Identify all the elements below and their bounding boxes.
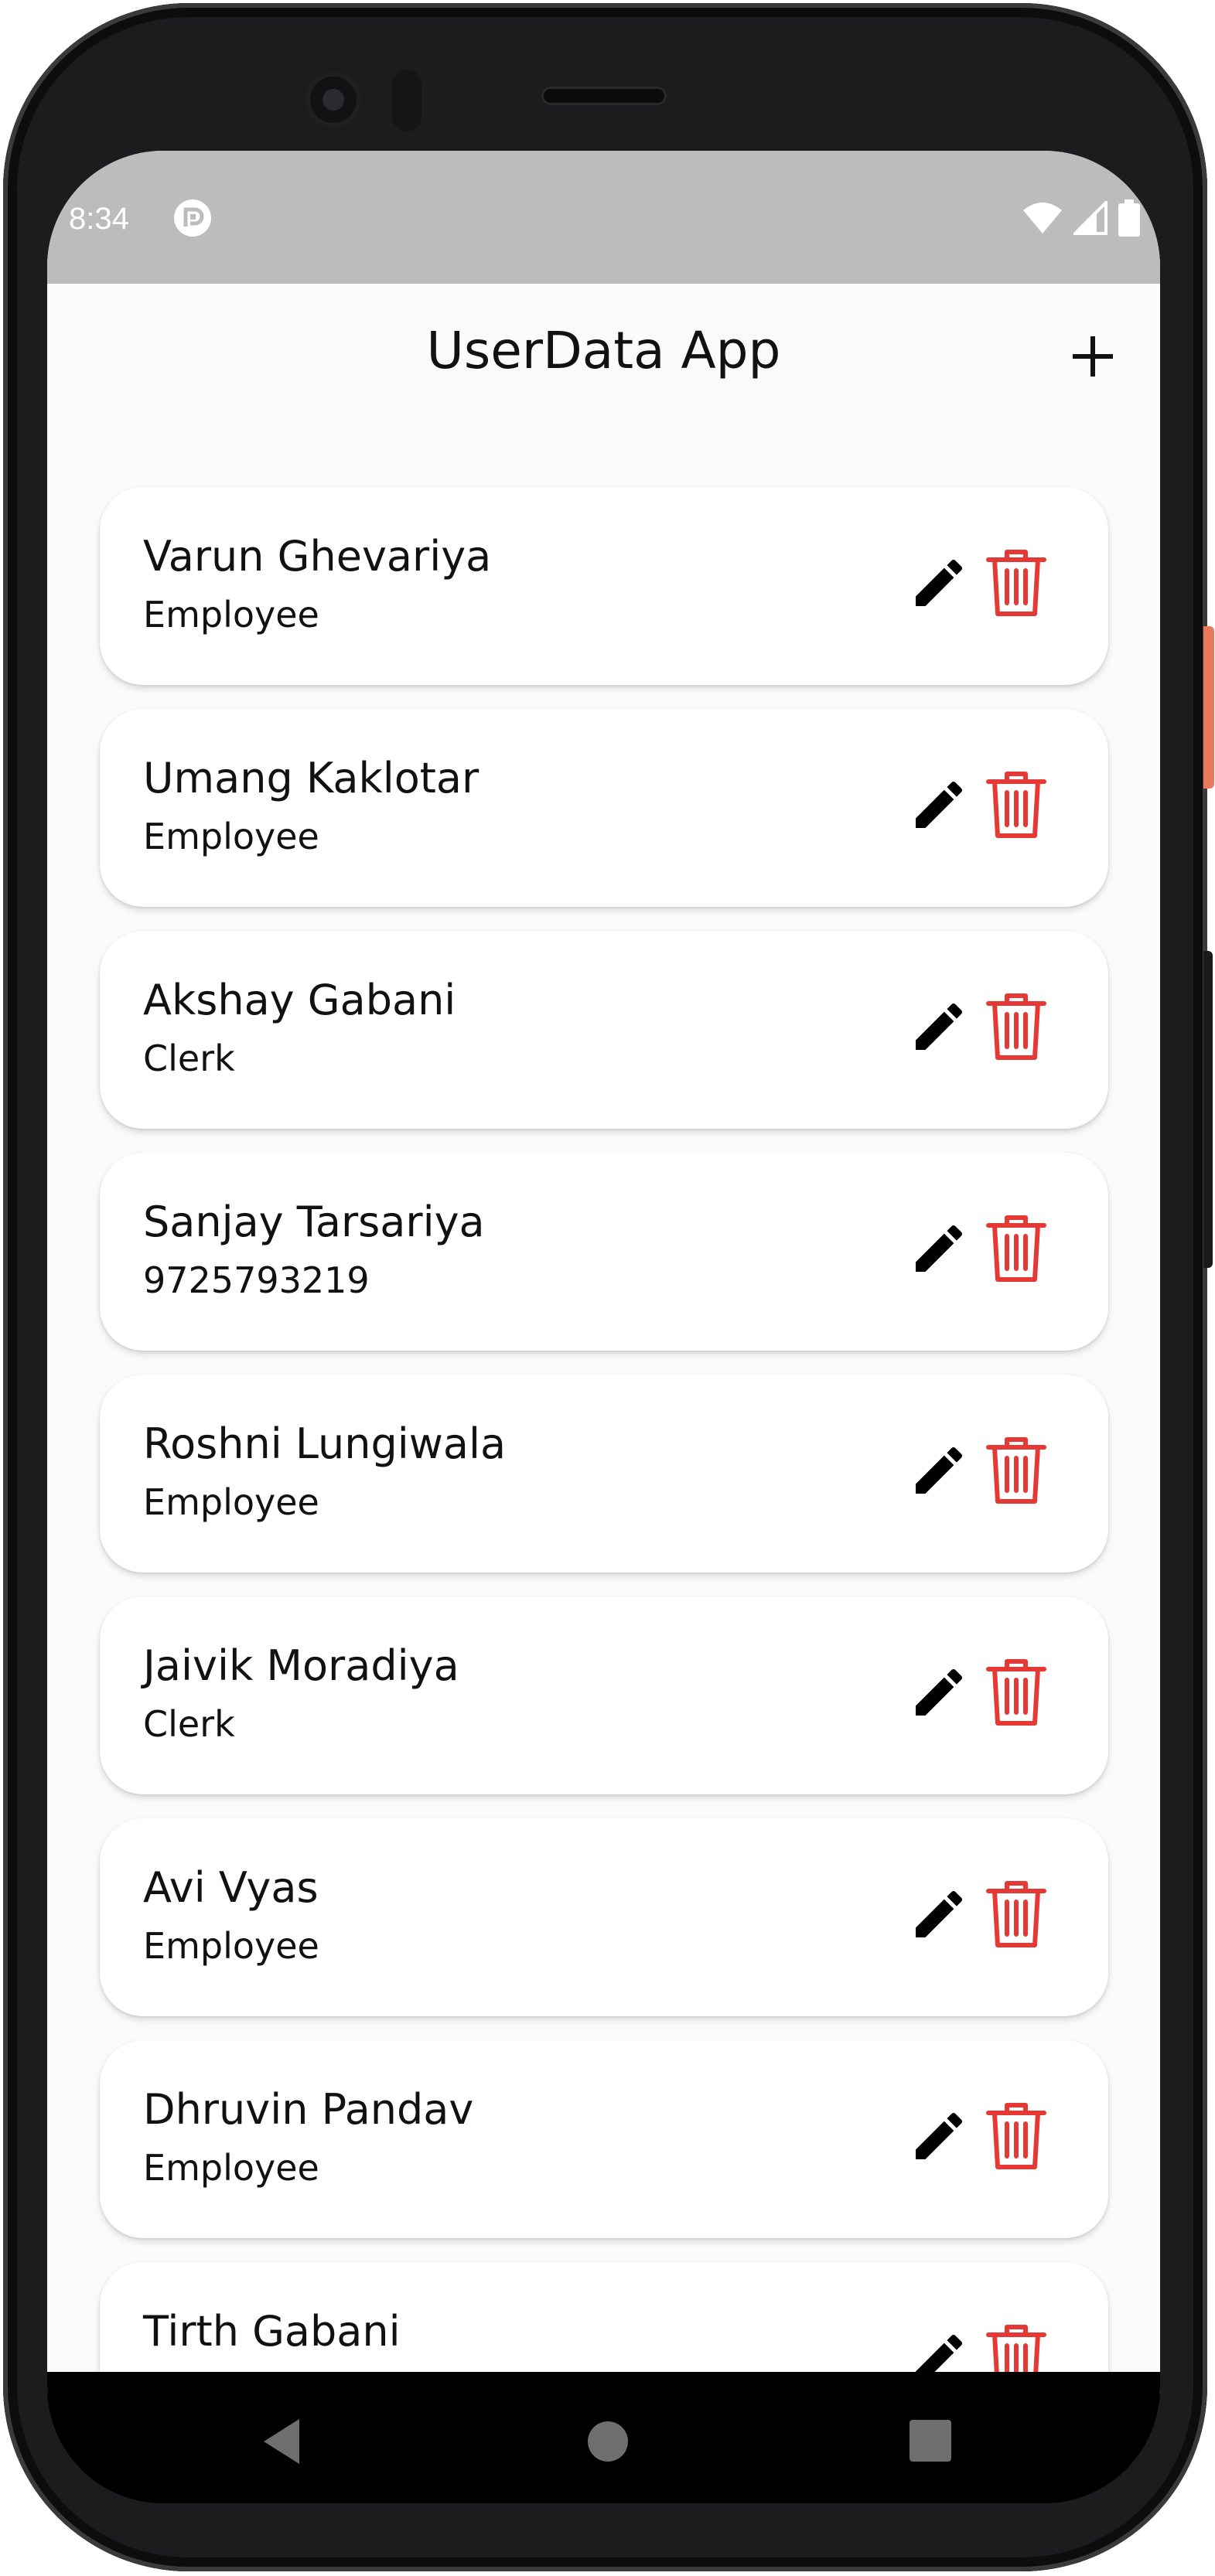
user-card[interactable]: Jaivik Moradiya Clerk	[100, 1596, 1108, 1794]
user-name: Roshni Lungiwala	[143, 1419, 507, 1468]
delete-icon[interactable]	[985, 2102, 1047, 2170]
user-card[interactable]: Roshni Lungiwala Employee	[100, 1375, 1108, 1573]
edit-icon[interactable]	[908, 1661, 970, 1723]
user-subtitle: Employee	[143, 1481, 319, 1523]
user-card[interactable]: Akshay Gabani Clerk	[100, 931, 1108, 1129]
user-name: Avi Vyas	[143, 1863, 319, 1912]
volume-button	[1203, 951, 1213, 1268]
edit-icon[interactable]	[908, 1218, 970, 1279]
delete-icon[interactable]	[985, 993, 1047, 1061]
delete-icon[interactable]	[985, 771, 1047, 839]
status-icons	[1022, 199, 1140, 237]
user-name: Umang Kaklotar	[143, 754, 480, 802]
user-subtitle: Clerk	[143, 1703, 235, 1745]
user-card[interactable]: Umang Kaklotar Employee	[100, 709, 1108, 907]
edit-icon[interactable]	[908, 774, 970, 836]
edit-icon[interactable]	[908, 1440, 970, 1501]
edit-icon[interactable]	[908, 1883, 970, 1945]
user-name: Jaivik Moradiya	[143, 1641, 459, 1690]
user-subtitle: 9725793219	[143, 1259, 370, 1301]
delete-icon[interactable]	[985, 1880, 1047, 1948]
user-name: Sanjay Tarsariya	[143, 1198, 485, 1246]
home-icon[interactable]	[581, 2414, 635, 2469]
delete-icon[interactable]	[985, 1658, 1047, 1726]
delete-icon[interactable]	[985, 549, 1047, 617]
proximity-sensor	[392, 70, 421, 131]
signal-icon	[1073, 201, 1107, 235]
front-camera	[305, 72, 361, 128]
wifi-icon	[1023, 203, 1062, 233]
power-button	[1203, 626, 1214, 789]
user-name: Varun Ghevariya	[143, 532, 492, 581]
add-user-button[interactable]	[1068, 332, 1118, 381]
edit-icon[interactable]	[908, 552, 970, 614]
user-card[interactable]: Dhruvin Pandav Employee	[100, 2040, 1108, 2238]
edit-icon[interactable]	[908, 2105, 970, 2167]
edit-icon[interactable]	[908, 996, 970, 1058]
delete-icon[interactable]	[985, 1436, 1047, 1504]
user-subtitle: Employee	[143, 594, 319, 635]
navigation-bar	[47, 2372, 1160, 2503]
recents-icon[interactable]	[905, 2415, 956, 2466]
user-card[interactable]: Sanjay Tarsariya 9725793219	[100, 1153, 1108, 1351]
user-subtitle: Employee	[143, 816, 319, 857]
page-title: UserData App	[426, 321, 781, 380]
user-name: Dhruvin Pandav	[143, 2085, 474, 2134]
status-time: 8:34	[69, 202, 129, 236]
screen: 8:34 UserData App Varun Ghevariya Employ…	[47, 151, 1160, 2393]
user-card[interactable]: Varun Ghevariya Employee	[100, 487, 1108, 685]
user-subtitle: Employee	[143, 2147, 319, 2189]
user-subtitle: Employee	[143, 1925, 319, 1967]
back-icon[interactable]	[256, 2414, 310, 2469]
app-notification-icon	[174, 199, 211, 237]
user-card[interactable]: Avi Vyas Employee	[100, 1818, 1108, 2016]
user-subtitle: Clerk	[143, 1038, 235, 1079]
status-bar: 8:34	[47, 151, 1160, 284]
delete-icon[interactable]	[985, 1215, 1047, 1283]
battery-icon	[1118, 199, 1140, 237]
user-name: Tirth Gabani	[143, 2307, 401, 2356]
earpiece-speaker	[541, 87, 667, 105]
app-bar: UserData App	[47, 284, 1160, 431]
user-name: Akshay Gabani	[143, 976, 456, 1024]
